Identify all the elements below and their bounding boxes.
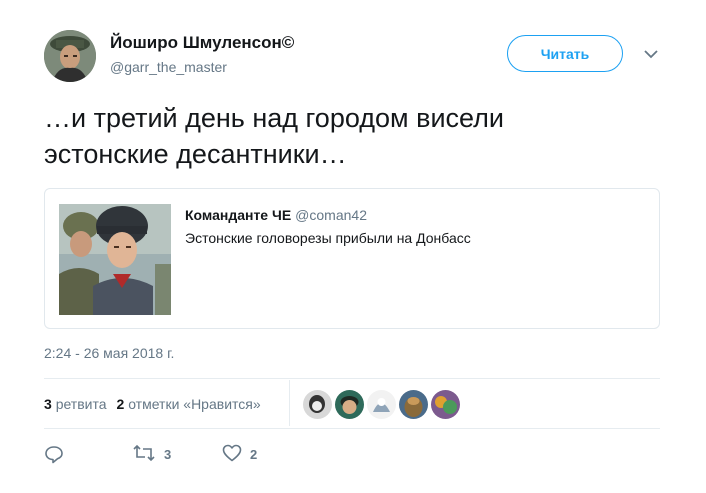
quoted-tweet-card[interactable]: Команданте ЧЕ @coman42 Эстонские головоре… <box>44 188 660 329</box>
quoted-tweet-image <box>59 204 171 315</box>
likers-avatars <box>303 390 460 419</box>
tweet-timestamp[interactable]: 2:24 - 26 мая 2018 г. <box>44 345 174 361</box>
tweet-text: …и третий день над городом висели эстонс… <box>44 100 644 172</box>
author-handle[interactable]: @garr_the_master <box>110 59 227 75</box>
liker-avatar[interactable] <box>431 390 460 419</box>
author-name[interactable]: Йоширо Шмуленсон© <box>110 33 294 53</box>
tweet-text-line: …и третий день над городом висели <box>44 103 504 133</box>
divider <box>44 428 660 429</box>
reply-button[interactable] <box>44 444 64 467</box>
tweet-actions: 3 2 <box>44 444 344 468</box>
quoted-author-handle: @coman42 <box>295 207 367 223</box>
liker-avatar[interactable] <box>303 390 332 419</box>
chevron-down-icon[interactable] <box>641 44 661 64</box>
author-avatar[interactable] <box>44 30 96 82</box>
quoted-author-name: Команданте ЧЕ <box>185 207 292 223</box>
quoted-tweet-text: Эстонские головорезы прибыли на Донбасс <box>185 230 471 246</box>
likes-stat[interactable]: 2 отметки «Нравится» <box>117 396 261 412</box>
reply-icon <box>44 444 64 467</box>
liker-avatar[interactable] <box>367 390 396 419</box>
retweets-label: ретвита <box>55 396 107 412</box>
divider <box>44 378 660 379</box>
retweet-icon <box>132 444 156 465</box>
retweets-stat[interactable]: 3 ретвита <box>44 396 107 412</box>
like-button[interactable]: 2 <box>222 444 257 465</box>
liker-avatar[interactable] <box>399 390 428 419</box>
like-count: 2 <box>250 447 258 462</box>
quoted-tweet-author: Команданте ЧЕ @coman42 <box>185 207 367 223</box>
stats-separator <box>289 380 290 426</box>
follow-button[interactable]: Читать <box>507 35 623 72</box>
retweet-button[interactable]: 3 <box>132 444 171 465</box>
retweets-count: 3 <box>44 396 52 412</box>
retweet-count: 3 <box>164 447 172 462</box>
tweet-stats: 3 ретвита 2 отметки «Нравится» <box>44 396 261 412</box>
liker-avatar[interactable] <box>335 390 364 419</box>
likes-count: 2 <box>116 396 125 412</box>
likes-label: отметки «Нравится» <box>128 396 261 412</box>
heart-icon <box>222 444 242 465</box>
tweet-text-line: эстонские десантники… <box>44 139 347 169</box>
